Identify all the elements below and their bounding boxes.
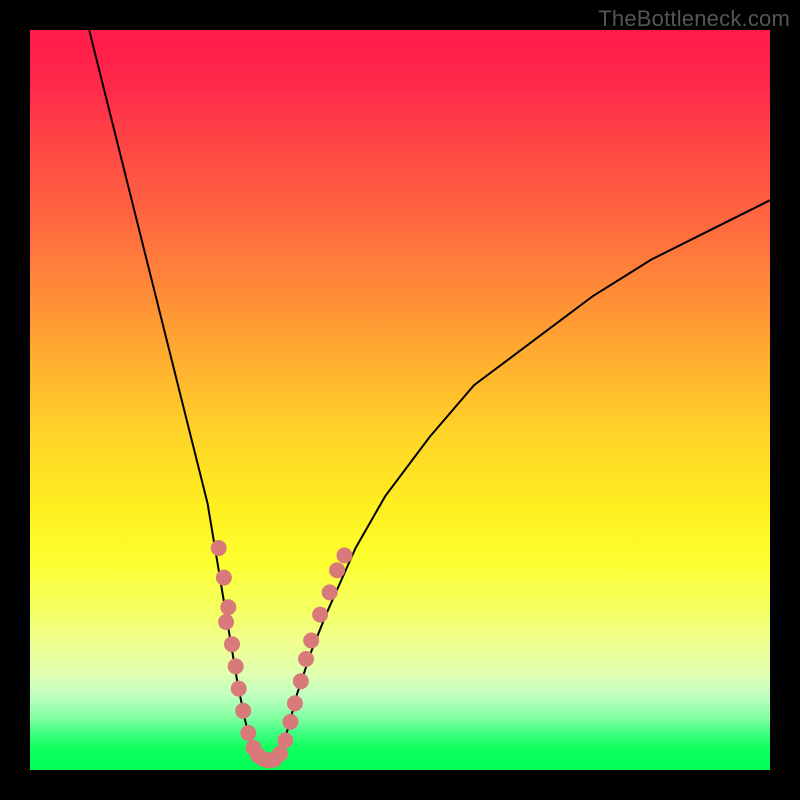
- data-point: [283, 714, 298, 729]
- data-point: [337, 548, 352, 563]
- data-point: [211, 541, 226, 556]
- data-point: [330, 563, 345, 578]
- data-point: [216, 570, 231, 585]
- data-point: [221, 600, 236, 615]
- data-point: [278, 733, 293, 748]
- data-point: [228, 659, 243, 674]
- data-point: [241, 726, 256, 741]
- data-point: [304, 633, 319, 648]
- curve-right-curve: [274, 200, 770, 762]
- data-point: [231, 681, 246, 696]
- data-point: [299, 652, 314, 667]
- data-point: [219, 615, 234, 630]
- data-point: [293, 674, 308, 689]
- data-point: [225, 637, 240, 652]
- watermark-text: TheBottleneck.com: [598, 6, 790, 32]
- chart-container: TheBottleneck.com: [0, 0, 800, 800]
- data-point: [236, 703, 251, 718]
- data-point: [322, 585, 337, 600]
- plot-area: [30, 30, 770, 770]
- chart-svg: [30, 30, 770, 770]
- data-point: [287, 696, 302, 711]
- data-point: [273, 746, 288, 761]
- curve-left-curve: [89, 30, 259, 763]
- data-point: [313, 607, 328, 622]
- curve-group: [89, 30, 770, 763]
